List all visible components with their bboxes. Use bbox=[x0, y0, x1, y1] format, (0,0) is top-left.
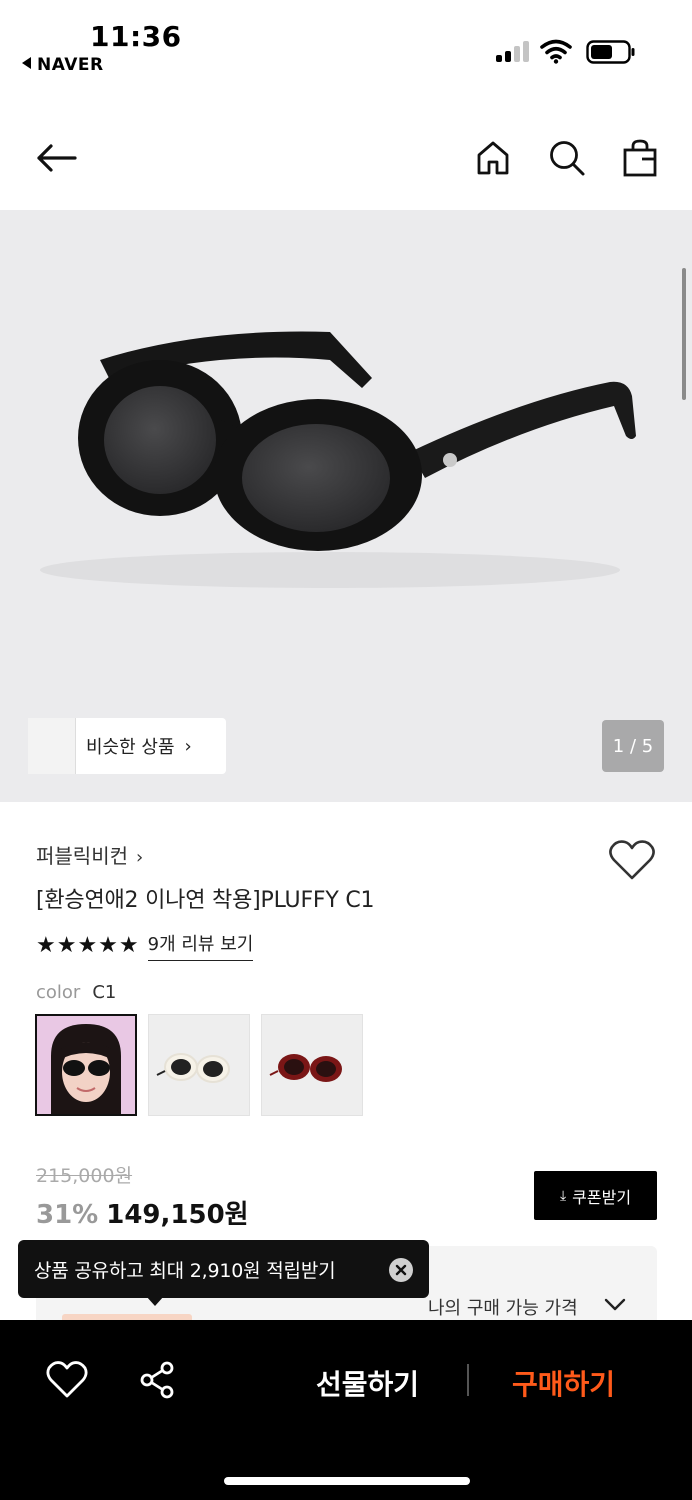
rating-stars: ★★★★★ bbox=[36, 933, 140, 958]
gift-button[interactable]: 선물하기 bbox=[316, 1363, 419, 1403]
status-bar: 11:36 NAVER bbox=[0, 0, 692, 88]
original-price: 215,000원 bbox=[36, 1165, 133, 1187]
similar-products-label: 비슷한 상품 bbox=[86, 737, 175, 758]
back-app-label: NAVER bbox=[37, 55, 104, 75]
brand-name: 퍼블릭비컨 bbox=[36, 844, 128, 868]
rating-row: ★★★★★ 9개 리뷰 보기 bbox=[36, 930, 254, 961]
back-arrow-icon[interactable] bbox=[34, 136, 78, 180]
my-price-label: 나의 구매 가능 가격 bbox=[428, 1298, 578, 1319]
product-photo-sunglasses bbox=[40, 331, 636, 588]
model-photo bbox=[37, 1016, 135, 1114]
color-swatch-c1[interactable] bbox=[35, 1014, 137, 1116]
share-icon[interactable] bbox=[138, 1360, 178, 1400]
gallery-scrollbar bbox=[682, 268, 686, 400]
color-value: C1 bbox=[92, 982, 117, 1003]
buy-button[interactable]: 구매하기 bbox=[512, 1363, 615, 1403]
product-title: [환승연애2 이나연 착용]PLUFFY C1 bbox=[36, 888, 375, 913]
product-image-gallery[interactable]: 비슷한 상품 › 1 / 5 bbox=[0, 210, 692, 802]
home-icon[interactable] bbox=[471, 136, 515, 180]
brand-link[interactable]: 퍼블릭비컨 › bbox=[36, 840, 143, 869]
wishlist-heart-icon[interactable] bbox=[608, 838, 656, 882]
coupon-button[interactable]: ⤓ 쿠폰받기 bbox=[534, 1171, 657, 1220]
similar-thumbnails bbox=[28, 718, 76, 774]
tooltip-tail bbox=[146, 1296, 164, 1306]
tooltip-text: 상품 공유하고 최대 2,910원 적립받기 bbox=[34, 1259, 336, 1282]
chevron-right-icon: › bbox=[184, 735, 192, 757]
image-pager: 1 / 5 bbox=[602, 720, 664, 772]
back-triangle-icon bbox=[22, 57, 31, 69]
top-navigation bbox=[0, 120, 692, 196]
review-link[interactable]: 9개 리뷰 보기 bbox=[147, 930, 254, 961]
heart-icon[interactable] bbox=[46, 1360, 88, 1400]
similar-products-button[interactable]: 비슷한 상품 › bbox=[28, 718, 226, 774]
shopping-bag-icon[interactable] bbox=[618, 136, 662, 180]
battery-icon bbox=[586, 40, 635, 64]
color-row: color C1 bbox=[36, 982, 116, 1003]
bottom-action-bar: 선물하기 구매하기 bbox=[0, 1320, 692, 1500]
back-to-app-link[interactable]: NAVER bbox=[22, 55, 104, 75]
color-swatch-c2[interactable] bbox=[148, 1014, 250, 1116]
cellular-signal-icon bbox=[496, 40, 532, 62]
color-swatch-c3[interactable] bbox=[261, 1014, 363, 1116]
chevron-down-icon[interactable] bbox=[604, 1298, 626, 1312]
sunglasses-red-thumb bbox=[269, 1054, 342, 1082]
status-time: 11:36 bbox=[90, 20, 182, 53]
chevron-right-icon: › bbox=[136, 847, 144, 868]
divider bbox=[467, 1364, 469, 1396]
coupon-button-label: 쿠폰받기 bbox=[572, 1187, 632, 1207]
close-icon[interactable] bbox=[389, 1258, 413, 1282]
download-icon: ⤓ bbox=[559, 1187, 567, 1204]
search-icon[interactable] bbox=[545, 136, 589, 180]
price-row: 31% 149,150원 bbox=[36, 1194, 249, 1231]
sale-price: 149,150원 bbox=[106, 1200, 249, 1230]
discount-rate: 31% bbox=[36, 1200, 99, 1230]
share-reward-tooltip: 상품 공유하고 최대 2,910원 적립받기 bbox=[18, 1240, 429, 1298]
color-label: color bbox=[36, 982, 81, 1003]
home-indicator[interactable] bbox=[224, 1477, 470, 1485]
wifi-icon bbox=[540, 39, 572, 64]
sunglasses-cream-thumb bbox=[156, 1053, 230, 1083]
